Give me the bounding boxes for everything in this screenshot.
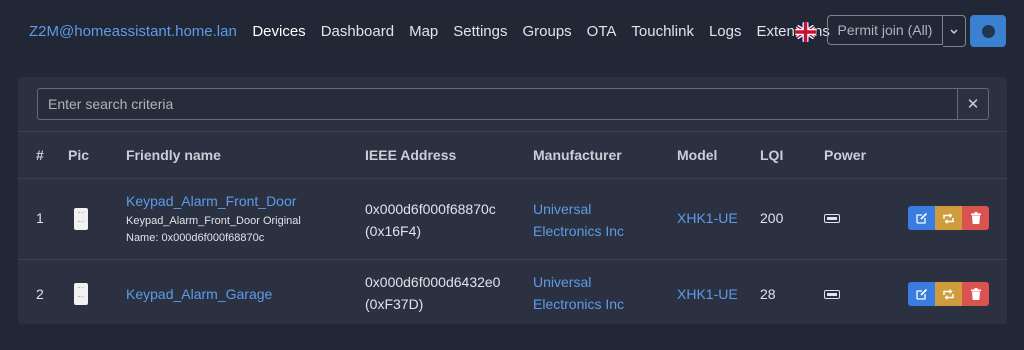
network-address: (0x16F4) [365,223,422,239]
header-pic[interactable]: Pic [68,147,89,163]
model-link[interactable]: XHK1-UE [677,210,738,226]
nav-groups[interactable]: Groups [522,23,571,40]
nav-logs[interactable]: Logs [709,23,742,40]
reconfigure-button[interactable] [935,282,962,306]
nav-links: Devices Dashboard Map Settings Groups OT… [245,23,838,40]
manufacturer-line: Electronics Inc [533,223,625,239]
manufacturer-line: Universal [533,201,592,217]
header-manufacturer[interactable]: Manufacturer [533,147,622,163]
lqi-value: 28 [760,286,776,302]
manufacturer-link[interactable]: Universal Electronics Inc [533,271,624,315]
ieee-address: 0x000d6f000d6432e0 [365,274,501,290]
trash-icon [970,212,981,224]
header-model[interactable]: Model [677,147,717,163]
header-number[interactable]: # [36,147,44,163]
friendly-name-link[interactable]: Keypad_Alarm_Garage [126,286,272,302]
theme-circle-icon [981,24,995,38]
network-address: (0xF37D) [365,296,424,312]
devices-card: Enter search criteria ✕ # Pic Friendly n… [18,77,1007,324]
edit-icon [915,212,927,224]
nav-extensions[interactable]: Extensions [756,23,829,40]
close-icon: ✕ [966,96,980,113]
devices-table: # Pic Friendly name IEEE Address Manufac… [18,131,1007,327]
chevron-down-icon [950,22,958,40]
table-row: 1 Keypad_Alarm_Front_Door Keypad_Alarm_F… [18,178,1007,259]
theme-toggle-button[interactable] [970,15,1006,47]
row-number: 2 [36,286,44,302]
row-number: 1 [36,210,44,226]
model-link[interactable]: XHK1-UE [677,286,738,302]
edit-button[interactable] [908,282,935,306]
device-picture [74,208,88,230]
search-row: Enter search criteria ✕ [37,88,989,120]
header-power[interactable]: Power [824,147,866,163]
edit-icon [915,288,927,300]
reconfigure-button[interactable] [935,206,962,230]
header-friendly-name[interactable]: Friendly name [126,147,221,163]
device-picture [74,283,88,305]
nav-ota[interactable]: OTA [587,23,617,40]
header-ieee-address[interactable]: IEEE Address [365,147,456,163]
delete-button[interactable] [962,282,989,306]
permit-join-group: Permit join (All) [827,15,966,47]
manufacturer-line: Electronics Inc [533,296,625,312]
manufacturer-line: Universal [533,274,592,290]
row-actions [908,282,989,306]
nav-devices[interactable]: Devices [252,23,305,40]
refresh-icon [943,288,954,300]
battery-icon [824,290,840,299]
table-row: 2 Keypad_Alarm_Garage 0x000d6f000d6432e0… [18,259,1007,327]
uk-flag-icon[interactable] [795,22,816,42]
permit-join-dropdown[interactable] [943,15,966,47]
device-description: Keypad_Alarm_Front_Door Original [126,215,301,227]
ieee-address: 0x000d6f000f68870c [365,201,496,217]
clear-search-button[interactable]: ✕ [957,88,989,120]
header-lqi[interactable]: LQI [760,147,783,163]
refresh-icon [943,212,954,224]
manufacturer-link[interactable]: Universal Electronics Inc [533,198,624,242]
nav-settings[interactable]: Settings [453,23,507,40]
search-input[interactable]: Enter search criteria [37,88,957,120]
delete-button[interactable] [962,206,989,230]
lqi-value: 200 [760,210,784,226]
battery-icon [824,214,840,223]
table-header: # Pic Friendly name IEEE Address Manufac… [18,131,1007,178]
trash-icon [970,288,981,300]
friendly-name-link[interactable]: Keypad_Alarm_Front_Door [126,193,296,209]
permit-join-button[interactable]: Permit join (All) [827,15,943,45]
brand-link[interactable]: Z2M@homeassistant.home.lan [29,23,237,40]
device-description: Name: 0x000d6f000f68870c [126,232,265,244]
nav-map[interactable]: Map [409,23,438,40]
nav-dashboard[interactable]: Dashboard [321,23,394,40]
row-actions [908,206,989,230]
edit-button[interactable] [908,206,935,230]
nav-touchlink[interactable]: Touchlink [631,23,694,40]
